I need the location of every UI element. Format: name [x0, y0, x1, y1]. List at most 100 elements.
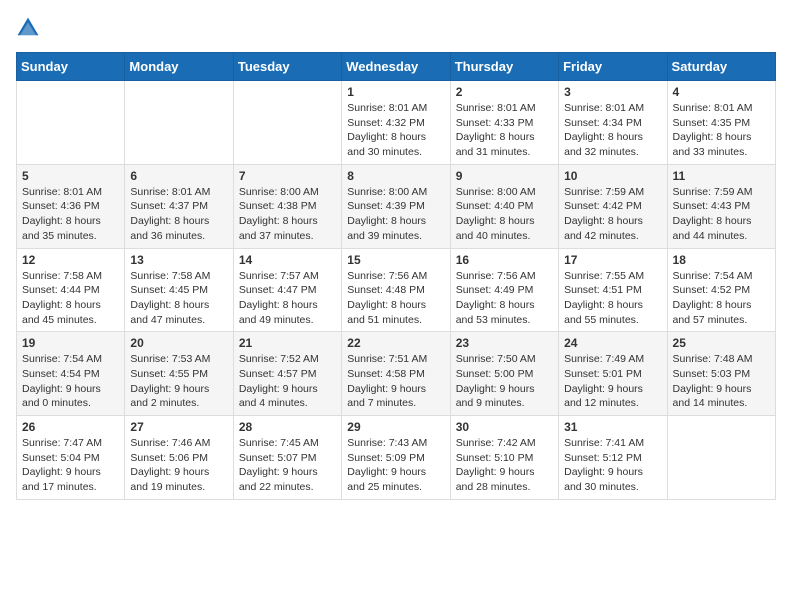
calendar-week-row: 12Sunrise: 7:58 AM Sunset: 4:44 PM Dayli… [17, 248, 776, 332]
day-number: 10 [564, 169, 661, 183]
calendar-week-row: 5 Sunrise: 8:01 AM Sunset: 4:36 PM Daylig… [17, 164, 776, 248]
day-info: Sunrise: 7:58 AM Sunset: 4:44 PM Dayligh… [22, 269, 119, 328]
day-number: 20 [130, 336, 227, 350]
calendar-table: SundayMondayTuesdayWednesdayThursdayFrid… [16, 52, 776, 500]
page: SundayMondayTuesdayWednesdayThursdayFrid… [0, 0, 792, 516]
day-info: Sunrise: 8:01 AM Sunset: 4:34 PM Dayligh… [564, 101, 661, 160]
day-number: 31 [564, 420, 661, 434]
calendar-day-cell: 22 Sunrise: 7:51 AM Sunset: 4:58 PM Dayli… [342, 332, 450, 416]
day-info: Sunrise: 7:56 AM Sunset: 4:49 PM Dayligh… [456, 269, 553, 328]
weekday-header-row: SundayMondayTuesdayWednesdayThursdayFrid… [17, 53, 776, 81]
day-info: Sunrise: 7:50 AM Sunset: 5:00 PM Dayligh… [456, 352, 553, 411]
day-number: 30 [456, 420, 553, 434]
header [16, 16, 776, 40]
calendar-empty-cell [17, 81, 125, 165]
calendar-day-cell: 20 Sunrise: 7:53 AM Sunset: 4:55 PM Dayli… [125, 332, 233, 416]
day-number: 24 [564, 336, 661, 350]
calendar-empty-cell [667, 416, 775, 500]
day-info: Sunrise: 8:01 AM Sunset: 4:35 PM Dayligh… [673, 101, 770, 160]
day-info: Sunrise: 7:49 AM Sunset: 5:01 PM Dayligh… [564, 352, 661, 411]
calendar-week-row: 19Sunrise: 7:54 AM Sunset: 4:54 PM Dayli… [17, 332, 776, 416]
calendar-day-cell: 16Sunrise: 7:56 AM Sunset: 4:49 PM Dayli… [450, 248, 558, 332]
day-number: 22 [347, 336, 444, 350]
calendar-day-cell: 23Sunrise: 7:50 AM Sunset: 5:00 PM Dayli… [450, 332, 558, 416]
day-number: 13 [130, 253, 227, 267]
calendar-day-cell: 15Sunrise: 7:56 AM Sunset: 4:48 PM Dayli… [342, 248, 450, 332]
calendar-day-cell: 25 Sunrise: 7:48 AM Sunset: 5:03 PM Dayli… [667, 332, 775, 416]
calendar-day-cell: 5 Sunrise: 8:01 AM Sunset: 4:36 PM Daylig… [17, 164, 125, 248]
day-info: Sunrise: 7:42 AM Sunset: 5:10 PM Dayligh… [456, 436, 553, 495]
weekday-header-saturday: Saturday [667, 53, 775, 81]
calendar-day-cell: 18Sunrise: 7:54 AM Sunset: 4:52 PM Dayli… [667, 248, 775, 332]
calendar-week-row: 1Sunrise: 8:01 AM Sunset: 4:32 PM Daylig… [17, 81, 776, 165]
logo-icon [16, 16, 40, 40]
day-number: 21 [239, 336, 336, 350]
calendar-day-cell: 21 Sunrise: 7:52 AM Sunset: 4:57 PM Dayli… [233, 332, 341, 416]
calendar-day-cell: 31 Sunrise: 7:41 AM Sunset: 5:12 PM Dayli… [559, 416, 667, 500]
day-number: 4 [673, 85, 770, 99]
calendar-day-cell: 28 Sunrise: 7:45 AM Sunset: 5:07 PM Dayli… [233, 416, 341, 500]
calendar-day-cell: 30 Sunrise: 7:42 AM Sunset: 5:10 PM Dayli… [450, 416, 558, 500]
day-info: Sunrise: 8:01 AM Sunset: 4:37 PM Dayligh… [130, 185, 227, 244]
calendar-day-cell: 19Sunrise: 7:54 AM Sunset: 4:54 PM Dayli… [17, 332, 125, 416]
day-info: Sunrise: 7:57 AM Sunset: 4:47 PM Dayligh… [239, 269, 336, 328]
day-number: 6 [130, 169, 227, 183]
day-info: Sunrise: 7:58 AM Sunset: 4:45 PM Dayligh… [130, 269, 227, 328]
weekday-header-wednesday: Wednesday [342, 53, 450, 81]
day-number: 25 [673, 336, 770, 350]
day-info: Sunrise: 7:56 AM Sunset: 4:48 PM Dayligh… [347, 269, 444, 328]
day-number: 27 [130, 420, 227, 434]
calendar-empty-cell [125, 81, 233, 165]
calendar-empty-cell [233, 81, 341, 165]
day-number: 2 [456, 85, 553, 99]
calendar-day-cell: 12Sunrise: 7:58 AM Sunset: 4:44 PM Dayli… [17, 248, 125, 332]
day-info: Sunrise: 8:01 AM Sunset: 4:32 PM Dayligh… [347, 101, 444, 160]
day-info: Sunrise: 7:47 AM Sunset: 5:04 PM Dayligh… [22, 436, 119, 495]
day-number: 26 [22, 420, 119, 434]
calendar-day-cell: 2 Sunrise: 8:01 AM Sunset: 4:33 PM Daylig… [450, 81, 558, 165]
day-number: 5 [22, 169, 119, 183]
calendar-week-row: 26 Sunrise: 7:47 AM Sunset: 5:04 PM Dayli… [17, 416, 776, 500]
calendar-day-cell: 9Sunrise: 8:00 AM Sunset: 4:40 PM Daylig… [450, 164, 558, 248]
day-info: Sunrise: 7:46 AM Sunset: 5:06 PM Dayligh… [130, 436, 227, 495]
calendar-day-cell: 14 Sunrise: 7:57 AM Sunset: 4:47 PM Dayli… [233, 248, 341, 332]
day-info: Sunrise: 7:55 AM Sunset: 4:51 PM Dayligh… [564, 269, 661, 328]
day-info: Sunrise: 8:01 AM Sunset: 4:36 PM Dayligh… [22, 185, 119, 244]
day-info: Sunrise: 8:00 AM Sunset: 4:39 PM Dayligh… [347, 185, 444, 244]
calendar-day-cell: 29Sunrise: 7:43 AM Sunset: 5:09 PM Dayli… [342, 416, 450, 500]
day-info: Sunrise: 7:51 AM Sunset: 4:58 PM Dayligh… [347, 352, 444, 411]
day-info: Sunrise: 7:52 AM Sunset: 4:57 PM Dayligh… [239, 352, 336, 411]
weekday-header-thursday: Thursday [450, 53, 558, 81]
calendar-day-cell: 26 Sunrise: 7:47 AM Sunset: 5:04 PM Dayli… [17, 416, 125, 500]
calendar-day-cell: 7Sunrise: 8:00 AM Sunset: 4:38 PM Daylig… [233, 164, 341, 248]
day-info: Sunrise: 7:43 AM Sunset: 5:09 PM Dayligh… [347, 436, 444, 495]
day-info: Sunrise: 7:41 AM Sunset: 5:12 PM Dayligh… [564, 436, 661, 495]
day-info: Sunrise: 7:59 AM Sunset: 4:43 PM Dayligh… [673, 185, 770, 244]
calendar-day-cell: 11 Sunrise: 7:59 AM Sunset: 4:43 PM Dayli… [667, 164, 775, 248]
weekday-header-tuesday: Tuesday [233, 53, 341, 81]
calendar-day-cell: 24 Sunrise: 7:49 AM Sunset: 5:01 PM Dayli… [559, 332, 667, 416]
day-info: Sunrise: 7:48 AM Sunset: 5:03 PM Dayligh… [673, 352, 770, 411]
day-info: Sunrise: 7:54 AM Sunset: 4:54 PM Dayligh… [22, 352, 119, 411]
calendar-day-cell: 6 Sunrise: 8:01 AM Sunset: 4:37 PM Daylig… [125, 164, 233, 248]
calendar-day-cell: 10 Sunrise: 7:59 AM Sunset: 4:42 PM Dayli… [559, 164, 667, 248]
calendar-day-cell: 13 Sunrise: 7:58 AM Sunset: 4:45 PM Dayli… [125, 248, 233, 332]
day-info: Sunrise: 7:59 AM Sunset: 4:42 PM Dayligh… [564, 185, 661, 244]
calendar-day-cell: 17 Sunrise: 7:55 AM Sunset: 4:51 PM Dayli… [559, 248, 667, 332]
day-number: 28 [239, 420, 336, 434]
logo [16, 16, 44, 40]
day-info: Sunrise: 7:53 AM Sunset: 4:55 PM Dayligh… [130, 352, 227, 411]
weekday-header-sunday: Sunday [17, 53, 125, 81]
calendar-day-cell: 3Sunrise: 8:01 AM Sunset: 4:34 PM Daylig… [559, 81, 667, 165]
weekday-header-monday: Monday [125, 53, 233, 81]
day-number: 11 [673, 169, 770, 183]
day-info: Sunrise: 7:45 AM Sunset: 5:07 PM Dayligh… [239, 436, 336, 495]
day-number: 8 [347, 169, 444, 183]
day-info: Sunrise: 8:01 AM Sunset: 4:33 PM Dayligh… [456, 101, 553, 160]
calendar-day-cell: 4 Sunrise: 8:01 AM Sunset: 4:35 PM Daylig… [667, 81, 775, 165]
day-info: Sunrise: 8:00 AM Sunset: 4:40 PM Dayligh… [456, 185, 553, 244]
weekday-header-friday: Friday [559, 53, 667, 81]
day-number: 17 [564, 253, 661, 267]
day-number: 14 [239, 253, 336, 267]
day-number: 7 [239, 169, 336, 183]
